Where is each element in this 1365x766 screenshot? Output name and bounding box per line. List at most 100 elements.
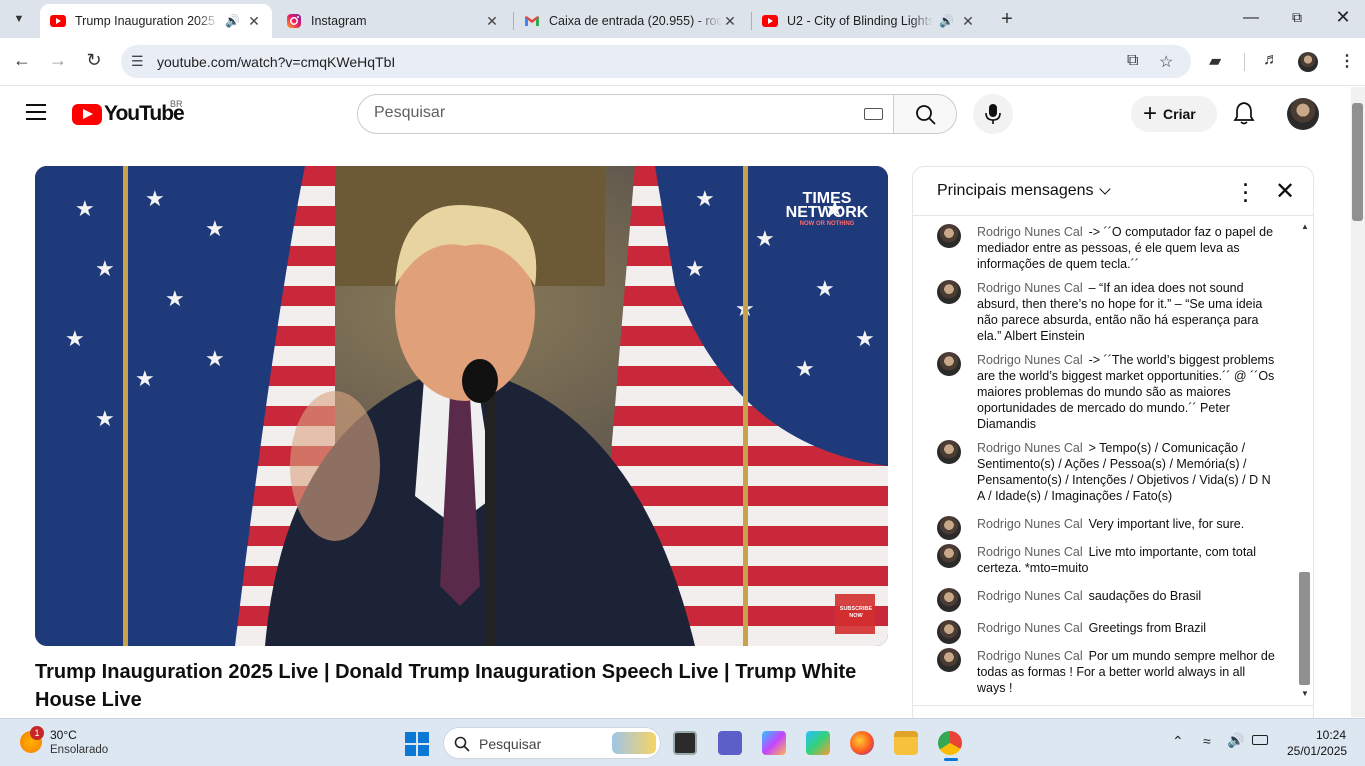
file-explorer-icon[interactable] (894, 731, 918, 755)
new-tab-button[interactable]: + (996, 8, 1018, 31)
scroll-up-arrow-icon[interactable]: ▲ (1301, 222, 1309, 231)
author-avatar[interactable] (937, 352, 961, 376)
profile-avatar[interactable] (1298, 52, 1318, 72)
volume-icon[interactable]: 🔊 (1227, 732, 1244, 749)
weather-temp[interactable]: 30°C (50, 728, 77, 742)
reload-icon[interactable]: ↻ (82, 50, 106, 71)
account-avatar[interactable] (1287, 98, 1319, 130)
close-tab-icon[interactable]: ✕ (246, 13, 262, 30)
scroll-down-arrow-icon[interactable]: ▼ (1301, 689, 1309, 698)
author-avatar[interactable] (937, 588, 961, 612)
open-in-app-icon[interactable]: ⧉ (1127, 52, 1138, 70)
site-info-icon[interactable]: ☰ (131, 53, 144, 70)
menu-hamburger-icon[interactable] (26, 104, 46, 120)
back-arrow-icon[interactable]: ← (10, 50, 34, 71)
subscribe-line1: SUBSCRIBE (839, 606, 873, 612)
author-avatar[interactable] (937, 620, 961, 644)
author-avatar[interactable] (937, 440, 961, 464)
author-avatar[interactable] (937, 544, 961, 568)
close-tab-icon[interactable]: ✕ (722, 13, 738, 30)
youtube-logo-icon[interactable] (72, 104, 102, 125)
taskbar-search-box[interactable]: Pesquisar (443, 727, 661, 759)
create-button[interactable]: + Criar (1131, 96, 1217, 132)
wifi-icon[interactable]: ≈ (1203, 733, 1211, 749)
svg-text:★: ★ (145, 187, 165, 212)
chat-mode-title[interactable]: Principais mensagens (937, 182, 1094, 200)
video-player[interactable]: ★★★★★★★★★ ★★★★★★★★ TIMES NETWORK NOW OR … (35, 166, 888, 646)
firefox-icon[interactable] (850, 731, 874, 755)
svg-text:★: ★ (695, 187, 715, 212)
tray-overflow-chevron-icon[interactable]: ⌃ (1172, 733, 1184, 750)
author-name[interactable]: Rodrigo Nunes Cal (977, 225, 1083, 239)
tab-youtube-trump[interactable]: Trump Inauguration 2025 Live | Donald Tr… (40, 4, 272, 38)
author-name[interactable]: Rodrigo Nunes Cal (977, 517, 1083, 531)
author-avatar[interactable] (937, 280, 961, 304)
bookmark-star-icon[interactable]: ☆ (1159, 52, 1173, 72)
search-icon (916, 105, 936, 125)
speaker-icon[interactable]: 🔊 (939, 14, 954, 28)
author-name[interactable]: Rodrigo Nunes Cal (977, 545, 1083, 559)
chat-message: Rodrigo Nunes Cal -> ´´O computador faz o… (937, 224, 1277, 272)
tab-search-dropdown[interactable]: ▼ (6, 6, 32, 32)
tab-instagram[interactable]: Instagram ✕ (276, 4, 510, 38)
author-name[interactable]: Rodrigo Nunes Cal (977, 649, 1083, 663)
author-avatar[interactable] (937, 516, 961, 540)
tab-u2-city-of-blinding-lights[interactable]: U2 - City of Blinding Lights 🔊 ✕ (752, 4, 986, 38)
author-name[interactable]: Rodrigo Nunes Cal (977, 589, 1083, 603)
chrome-icon[interactable] (938, 731, 962, 755)
minimize-icon[interactable]: — (1240, 9, 1262, 27)
youtube-header: YouTube BR +Criar (0, 87, 1350, 143)
tab-gmail[interactable]: Caixa de entrada (20.955) - rodrigo ✕ (514, 4, 748, 38)
channel-watermark: TIMES NETWORK NOW OR NOTHING (777, 191, 877, 228)
toolbar-divider (1244, 53, 1245, 71)
page-scrollbar-thumb[interactable] (1352, 103, 1363, 221)
teams-icon[interactable] (718, 731, 742, 755)
author-name[interactable]: Rodrigo Nunes Cal (977, 441, 1083, 455)
message-text: Very important live, for sure. (1088, 517, 1245, 531)
search-box[interactable] (357, 94, 894, 134)
copilot-icon[interactable] (762, 731, 786, 755)
search-button[interactable] (893, 94, 957, 134)
bell-icon (1233, 102, 1255, 125)
author-name[interactable]: Rodrigo Nunes Cal (977, 621, 1083, 635)
svg-text:★: ★ (205, 217, 225, 242)
close-tab-icon[interactable]: ✕ (960, 13, 976, 30)
search-input[interactable] (374, 104, 854, 122)
notifications-button[interactable] (1233, 101, 1255, 130)
more-menu-icon[interactable]: ⋮ (1339, 51, 1355, 71)
tab-title: U2 - City of Blinding Lights (787, 14, 934, 28)
weather-desc[interactable]: Ensolarado (50, 744, 108, 756)
address-bar[interactable]: ☰ youtube.com/watch?v=cmqKWeHqTbI ⧉ ☆ (121, 45, 1191, 78)
author-avatar[interactable] (937, 224, 961, 248)
restore-icon[interactable]: ⧉ (1286, 9, 1308, 26)
close-tab-icon[interactable]: ✕ (484, 13, 500, 30)
battery-icon[interactable] (1252, 735, 1268, 745)
tab-title: Caixa de entrada (20.955) - rodrigo (549, 14, 722, 28)
keyboard-icon[interactable] (864, 108, 883, 120)
author-name[interactable]: Rodrigo Nunes Cal (977, 281, 1083, 295)
clock-time[interactable]: 10:24 (1316, 728, 1346, 742)
close-chat-icon[interactable]: ✕ (1275, 177, 1295, 206)
more-options-icon[interactable]: · · · (1243, 176, 1249, 210)
chevron-down-icon[interactable] (1099, 183, 1111, 195)
speaker-icon[interactable]: 🔊 (225, 14, 240, 28)
plus-icon: + (1143, 100, 1158, 127)
create-label: Criar (1163, 106, 1196, 122)
author-name[interactable]: Rodrigo Nunes Cal (977, 353, 1083, 367)
clock-date[interactable]: 25/01/2025 (1287, 744, 1347, 758)
windows-start-icon[interactable] (405, 732, 429, 756)
chat-scrollbar-thumb[interactable] (1299, 572, 1310, 685)
url-text[interactable]: youtube.com/watch?v=cmqKWeHqTbI (157, 54, 395, 70)
svg-text:★: ★ (855, 327, 875, 352)
author-avatar[interactable] (937, 648, 961, 672)
svg-text:★: ★ (815, 277, 835, 302)
task-view-icon[interactable] (673, 731, 697, 755)
close-window-icon[interactable]: ✕ (1332, 7, 1354, 28)
voice-search-button[interactable] (973, 94, 1013, 134)
forward-arrow-icon[interactable]: → (46, 50, 70, 71)
subscribe-badge[interactable]: SUBSCRIBE NOW (836, 606, 876, 620)
media-control-icon[interactable]: ♬ (1263, 51, 1279, 69)
extensions-puzzle-icon[interactable]: ▰ (1209, 51, 1221, 71)
microsoft-365-icon[interactable] (806, 731, 830, 755)
svg-text:★: ★ (685, 257, 705, 282)
